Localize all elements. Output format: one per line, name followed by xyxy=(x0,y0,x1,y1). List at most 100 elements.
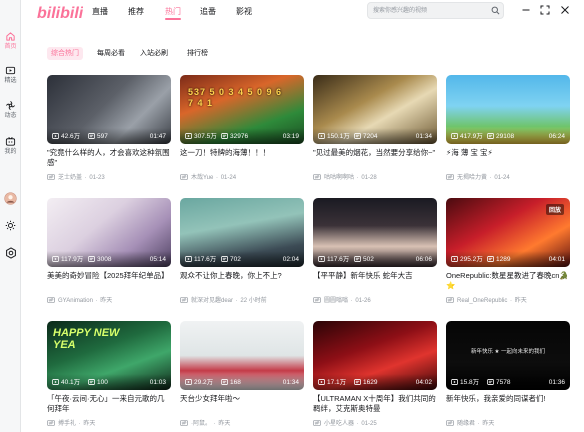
video-card[interactable]: 15.8万 7578 01:36 新年快乐 ★ 一起向未来的我们 新年快乐，我亲爱的同谋… xyxy=(446,321,570,427)
play-count-icon xyxy=(318,256,327,263)
theme-toggle[interactable] xyxy=(0,220,21,231)
play-count-icon xyxy=(185,379,194,386)
video-duration: 05:14 xyxy=(149,256,166,263)
uploader-name[interactable]: 咕咕啊啊咕 xyxy=(324,175,354,181)
video-duration: 01:36 xyxy=(548,379,565,386)
danmaku-icon xyxy=(221,379,230,386)
uploader-name[interactable]: Real_OneRepublic xyxy=(457,298,507,304)
publish-date: 昨天 xyxy=(218,421,231,427)
sidebar-item-my[interactable]: 我的 xyxy=(0,136,21,156)
uploader-name[interactable]: 搏手礼 xyxy=(58,421,76,427)
video-meta: 无揭哈力黄 · 01-24 xyxy=(446,172,570,181)
video-title[interactable]: 天台少女拜年啦～ xyxy=(180,394,304,404)
play-count-icon xyxy=(52,256,61,263)
uploader-name[interactable]: 无揭哈力黄 xyxy=(457,175,487,181)
close-icon[interactable] xyxy=(560,5,570,15)
video-title[interactable]: ⚡海 薄 宝 宝⚡ xyxy=(446,148,570,158)
video-meta: ·阿鼠。 · 昨天 xyxy=(180,418,304,427)
settings-button[interactable] xyxy=(0,247,21,259)
subtab-weekly-must-watch[interactable]: 每周必看 xyxy=(93,47,129,60)
play-count-value: 117.6万 xyxy=(327,256,350,263)
uploader-name[interactable]: 芝士奶盖 xyxy=(58,175,82,181)
sidebar-item-featured[interactable]: 精选 xyxy=(0,65,21,85)
danmaku-icon xyxy=(221,256,230,263)
tab-popular[interactable]: 热门 xyxy=(165,6,181,17)
uploader-name[interactable]: 小星吃人器 xyxy=(324,421,354,427)
subtab-ranking[interactable]: 排行榜 xyxy=(183,47,212,60)
tab-live[interactable]: 直播 xyxy=(92,6,108,17)
uploader-icon xyxy=(180,420,191,427)
video-card[interactable]: 117.9万 3008 05:14 美美的奇妙冒险【2025拜年纪单品】 GYAnima… xyxy=(47,198,171,304)
subtab-overall-popular[interactable]: 综合热门 xyxy=(47,47,83,60)
video-thumbnail[interactable]: 117.6万 702 02:04 xyxy=(180,198,304,267)
video-thumbnail[interactable]: 29.2万 168 01:34 xyxy=(180,321,304,390)
play-count-value: 117.9万 xyxy=(61,256,84,263)
maximize-icon[interactable] xyxy=(540,5,550,15)
tab-recommend[interactable]: 推荐 xyxy=(128,6,144,17)
video-title[interactable]: 新年快乐，我亲爱的同谋者们! xyxy=(446,394,570,404)
search-icon[interactable] xyxy=(491,6,500,15)
tab-bangumi[interactable]: 追番 xyxy=(200,6,216,17)
video-thumbnail[interactable]: 15.8万 7578 01:36 新年快乐 ★ 一起向未来的我们 xyxy=(446,321,570,390)
video-thumbnail[interactable]: 40.1万 100 01:03 HAPPY NEW YEA xyxy=(47,321,171,390)
bilibili-logo[interactable]: bilibili xyxy=(37,3,83,21)
uploader-name[interactable]: 随缘君 xyxy=(457,421,475,427)
play-count-icon xyxy=(185,256,194,263)
video-card[interactable]: 307.5万 32976 03:19 537 5 0 3 4 5 0 9 6 7 4 … xyxy=(180,75,304,181)
video-title[interactable]: 「午夜·云间·无心」一来自元歌的几何拜年 xyxy=(47,394,171,414)
danmaku-icon xyxy=(221,133,230,140)
video-title[interactable]: "见过最美的烟花，当然要分享给你~" xyxy=(313,148,437,158)
tab-movies[interactable]: 影视 xyxy=(236,6,252,17)
app-window: { "app": { "logo_text": "bilibili" }, "s… xyxy=(0,0,584,432)
uploader-name[interactable]: 圆圆嗡嗡 xyxy=(324,298,348,304)
video-title[interactable]: 【ULTRAMAN X十周年】我们共同的羁绊，艾克斯奥特曼 xyxy=(313,394,437,414)
subtab-must-watch-for-new[interactable]: 入站必刷 xyxy=(136,47,172,60)
video-card[interactable]: 117.6万 502 06:06 【平平静】新年快乐 蛇年大吉 圆圆嗡嗡 · 01-26 xyxy=(313,198,437,304)
video-card[interactable]: 295.2万 1289 04:01 回放 OneRepublic:数星星教进了春晚cn🐊… xyxy=(446,198,570,304)
video-thumbnail[interactable]: 42.6万 597 01:47 xyxy=(47,75,171,144)
uploader-name[interactable]: 就深对见趣dear xyxy=(191,298,233,304)
video-card[interactable]: 150.1万 7204 01:34 "见过最美的烟花，当然要分享给你~" 咕咕啊啊咕 ·… xyxy=(313,75,437,181)
video-thumbnail[interactable]: 17.1万 1629 04:02 xyxy=(313,321,437,390)
uploader-name[interactable]: GYAnimation xyxy=(58,298,93,304)
play-count-value: 17.1万 xyxy=(327,379,347,386)
video-card[interactable]: 17.1万 1629 04:02 【ULTRAMAN X十周年】我们共同的羁绊，艾克斯… xyxy=(313,321,437,427)
meta-separator: · xyxy=(214,175,220,181)
play-count-value: 40.1万 xyxy=(61,379,81,386)
video-card[interactable]: 117.6万 702 02:04 观众不让你上春晚，你上不上? 就深对见趣dear · … xyxy=(180,198,304,304)
video-title[interactable]: "究竟什么样的人，才会喜欢这种氛围感" xyxy=(47,148,171,168)
video-thumbnail[interactable]: 417.9万 29108 06:24 xyxy=(446,75,570,144)
sidebar-item-home[interactable]: 首页 xyxy=(0,31,21,51)
video-meta: 就深对见趣dear · 22 小时前 xyxy=(180,295,304,304)
video-title[interactable]: 观众不让你上春晚，你上不上? xyxy=(180,271,304,281)
video-card[interactable]: 40.1万 100 01:03 HAPPY NEW YEA 「午夜·云间·无心」一来自元… xyxy=(47,321,171,427)
meta-separator: · xyxy=(234,298,240,304)
video-thumbnail[interactable]: 117.6万 502 06:06 xyxy=(313,198,437,267)
publish-date: 01-23 xyxy=(89,175,105,181)
sidebar-item-label: 我的 xyxy=(4,149,17,155)
thumbnail-caption: HAPPY NEW YEA xyxy=(53,327,120,351)
video-card[interactable]: 42.6万 597 01:47 "究竟什么样的人，才会喜欢这种氛围感" 芝士奶盖 · 0… xyxy=(47,75,171,181)
video-title[interactable]: 美美的奇妙冒险【2025拜年纪单品】 xyxy=(47,271,171,281)
video-title[interactable]: 【平平静】新年快乐 蛇年大吉 xyxy=(313,271,437,281)
video-thumbnail[interactable]: 117.9万 3008 05:14 xyxy=(47,198,171,267)
video-title[interactable]: 这一刀！特牌的海薄！！！ xyxy=(180,148,304,158)
video-thumbnail[interactable]: 295.2万 1289 04:01 回放 xyxy=(446,198,570,267)
uploader-icon xyxy=(47,174,58,181)
video-thumbnail[interactable]: 307.5万 32976 03:19 537 5 0 3 4 5 0 9 6 7 4 … xyxy=(180,75,304,144)
danmaku-count-value: 100 xyxy=(97,379,108,386)
video-thumbnail[interactable]: 150.1万 7204 01:34 xyxy=(313,75,437,144)
video-duration: 01:03 xyxy=(149,379,166,386)
user-avatar[interactable] xyxy=(0,192,21,205)
uploader-icon xyxy=(313,174,324,181)
uploader-name[interactable]: ·阿鼠。 xyxy=(191,421,211,427)
search-input[interactable] xyxy=(373,4,485,17)
video-card[interactable]: 29.2万 168 01:34 天台少女拜年啦～ ·阿鼠。 · 昨天 xyxy=(180,321,304,427)
uploader-name[interactable]: 木哉Yue xyxy=(191,175,213,181)
video-card[interactable]: 417.9万 29108 06:24 ⚡海 薄 宝 宝⚡ 无揭哈力黄 · 01-24 xyxy=(446,75,570,181)
sidebar-item-dynamic[interactable]: 动态 xyxy=(0,100,21,120)
video-title[interactable]: OneRepublic:数星星教进了春晚cn🐊⭐ xyxy=(446,271,570,291)
minimize-icon[interactable] xyxy=(521,5,531,15)
home-icon xyxy=(6,32,15,41)
thumbnail-caption: 新年快乐 ★ 一起向未来的我们 xyxy=(471,349,545,355)
